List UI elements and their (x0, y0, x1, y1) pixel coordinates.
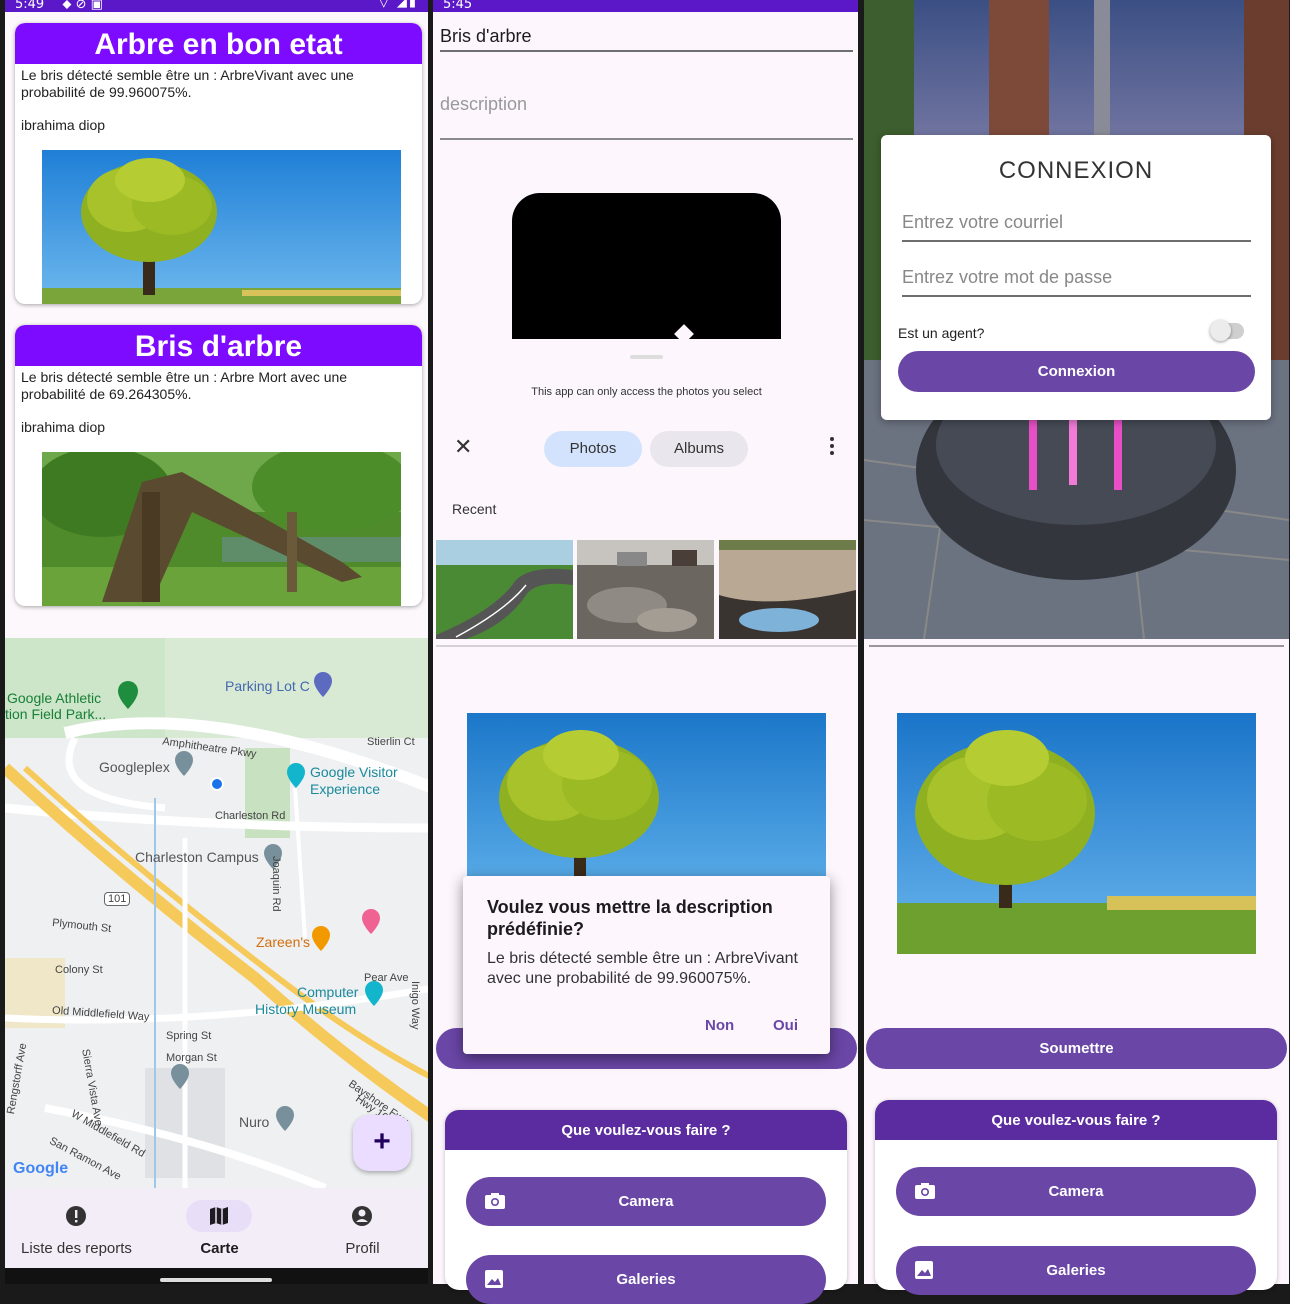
report-description: Le bris détecté semble être un : ArbreVi… (21, 67, 354, 100)
map-label: Google Visitor (310, 764, 398, 780)
divider (436, 645, 857, 647)
recent-label: Recent (452, 501, 497, 517)
report-card[interactable]: Bris d'arbre Le bris détecté semble être… (15, 325, 422, 606)
report-user: ibrahima diop (21, 419, 106, 435)
map-label: Google Athletic (7, 690, 102, 706)
nav-label: Liste des reports (21, 1240, 132, 1257)
account-icon (352, 1206, 372, 1226)
map-label: Computer (297, 984, 359, 1000)
gallery-label: Galeries (1046, 1262, 1106, 1279)
more-options-icon[interactable] (830, 437, 836, 457)
map-label: Inigo Way (409, 981, 421, 1030)
map-label: tion Field Park... (5, 706, 107, 722)
map-label: 101 (104, 892, 131, 906)
map-label: Charleston Campus (135, 849, 259, 865)
selected-image (467, 713, 826, 878)
create-report-screen: 5:45 Bris d'arbre description (433, 0, 858, 1284)
dialog-yes-button[interactable]: Oui (773, 1017, 798, 1034)
description-dialog: Voulez vous mettre la description prédéf… (463, 876, 830, 1054)
camera-button[interactable]: Camera (466, 1177, 826, 1226)
agent-toggle[interactable] (1210, 320, 1244, 341)
gallery-button[interactable]: Galeries (466, 1255, 826, 1304)
status-time: 5:45 (443, 0, 473, 12)
dialog-body: Le bris détecté semble être un : ArbreVi… (487, 950, 798, 987)
map-label: Parking Lot C (225, 678, 310, 694)
agent-label: Est un agent? (898, 325, 985, 341)
report-image (42, 150, 401, 304)
map-label: History Museum (255, 1001, 357, 1017)
tab-photos[interactable]: Photos (544, 431, 642, 467)
tab-albums[interactable]: Albums (650, 431, 748, 467)
map-label: Nuro (239, 1114, 270, 1130)
map-icon (210, 1207, 228, 1225)
login-button[interactable]: Connexion (898, 351, 1255, 392)
gallery-button[interactable]: Galeries (896, 1246, 1256, 1295)
map-label: Colony St (55, 964, 103, 976)
dialog-no-button[interactable]: Non (705, 1017, 734, 1034)
picker-notice: This app can only access the photos you … (531, 386, 762, 398)
camera-icon (485, 1193, 505, 1209)
selected-image (897, 713, 1256, 954)
camera-button[interactable]: Camera (896, 1167, 1256, 1216)
title-field-underline (440, 50, 853, 52)
report-image (42, 452, 401, 606)
login-title: CONNEXION (998, 157, 1154, 184)
submit-button[interactable]: Soumettre (866, 1028, 1287, 1069)
status-bar: 5:45 (433, 0, 858, 12)
image-icon (915, 1261, 933, 1279)
title-field[interactable]: Bris d'arbre (440, 26, 531, 47)
map-label: Spring St (166, 1030, 212, 1042)
dialog-title: Voulez vous mettre la description prédéf… (487, 897, 773, 939)
chooser-title: Que voulez-vous faire ? (875, 1100, 1277, 1140)
camera-icon (915, 1183, 935, 1199)
drag-handle[interactable] (630, 355, 663, 359)
gesture-bar (5, 1268, 428, 1284)
photo-thumbnail[interactable] (436, 540, 573, 639)
email-field[interactable] (902, 206, 1251, 242)
alert-icon (66, 1206, 86, 1226)
gallery-label: Galeries (616, 1271, 676, 1288)
reports-screen: 5:49 ⬥ ⊘ ▣ ▽ ◢▮ Arbre en bon etat Le bri… (5, 0, 428, 1284)
map-label: Zareen's (256, 934, 311, 950)
image-preview (512, 193, 781, 339)
report-user: ibrahima diop (21, 117, 106, 133)
status-time: 5:49 (15, 0, 45, 12)
close-icon[interactable]: ✕ (454, 436, 472, 458)
image-icon (485, 1270, 503, 1288)
map-label: Morgan St (166, 1052, 217, 1064)
photo-thumbnail[interactable] (577, 540, 714, 639)
map-label: Pear Ave (364, 972, 409, 984)
map-view[interactable]: Google Athletic tion Field Park... Parki… (5, 638, 428, 1188)
google-logo: Google (13, 1160, 69, 1177)
camera-label: Camera (618, 1193, 674, 1210)
nav-label: Carte (200, 1240, 239, 1257)
map-label: Joaquin Rd (270, 856, 282, 912)
map-label: Charleston Rd (215, 810, 286, 822)
report-card[interactable]: Arbre en bon etat Le bris détecté semble… (15, 23, 422, 304)
nav-item-reports[interactable]: Liste des reports (5, 1188, 148, 1268)
divider (869, 645, 1284, 647)
report-description: Le bris détecté semble être un : Arbre M… (21, 369, 348, 402)
signal-icon: ▽ ◢▮ (378, 0, 418, 10)
nav-item-map[interactable]: Carte (148, 1188, 291, 1268)
map-label: Stierlin Ct (367, 736, 415, 748)
chooser-title: Que voulez-vous faire ? (445, 1110, 847, 1150)
password-field[interactable] (902, 261, 1251, 297)
add-report-button[interactable]: + (353, 1115, 411, 1171)
description-field-underline (440, 138, 853, 140)
description-field[interactable]: description (440, 94, 527, 115)
report-title: Arbre en bon etat (15, 23, 422, 64)
status-bar: 5:49 ⬥ ⊘ ▣ ▽ ◢▮ (5, 0, 428, 12)
nav-item-profile[interactable]: Profil (291, 1188, 428, 1268)
nav-label: Profil (345, 1240, 380, 1257)
photo-thumbnail[interactable] (719, 540, 856, 639)
map-label: Experience (310, 781, 381, 797)
map-label: Googleplex (99, 759, 170, 775)
login-card: CONNEXION Est un agent? Connexion (881, 135, 1271, 420)
camera-label: Camera (1048, 1183, 1104, 1200)
status-icons: ⬥ ⊘ ▣ (62, 0, 103, 12)
bottom-navigation: Liste des reports Carte Profil (5, 1188, 428, 1268)
report-title: Bris d'arbre (15, 325, 422, 366)
